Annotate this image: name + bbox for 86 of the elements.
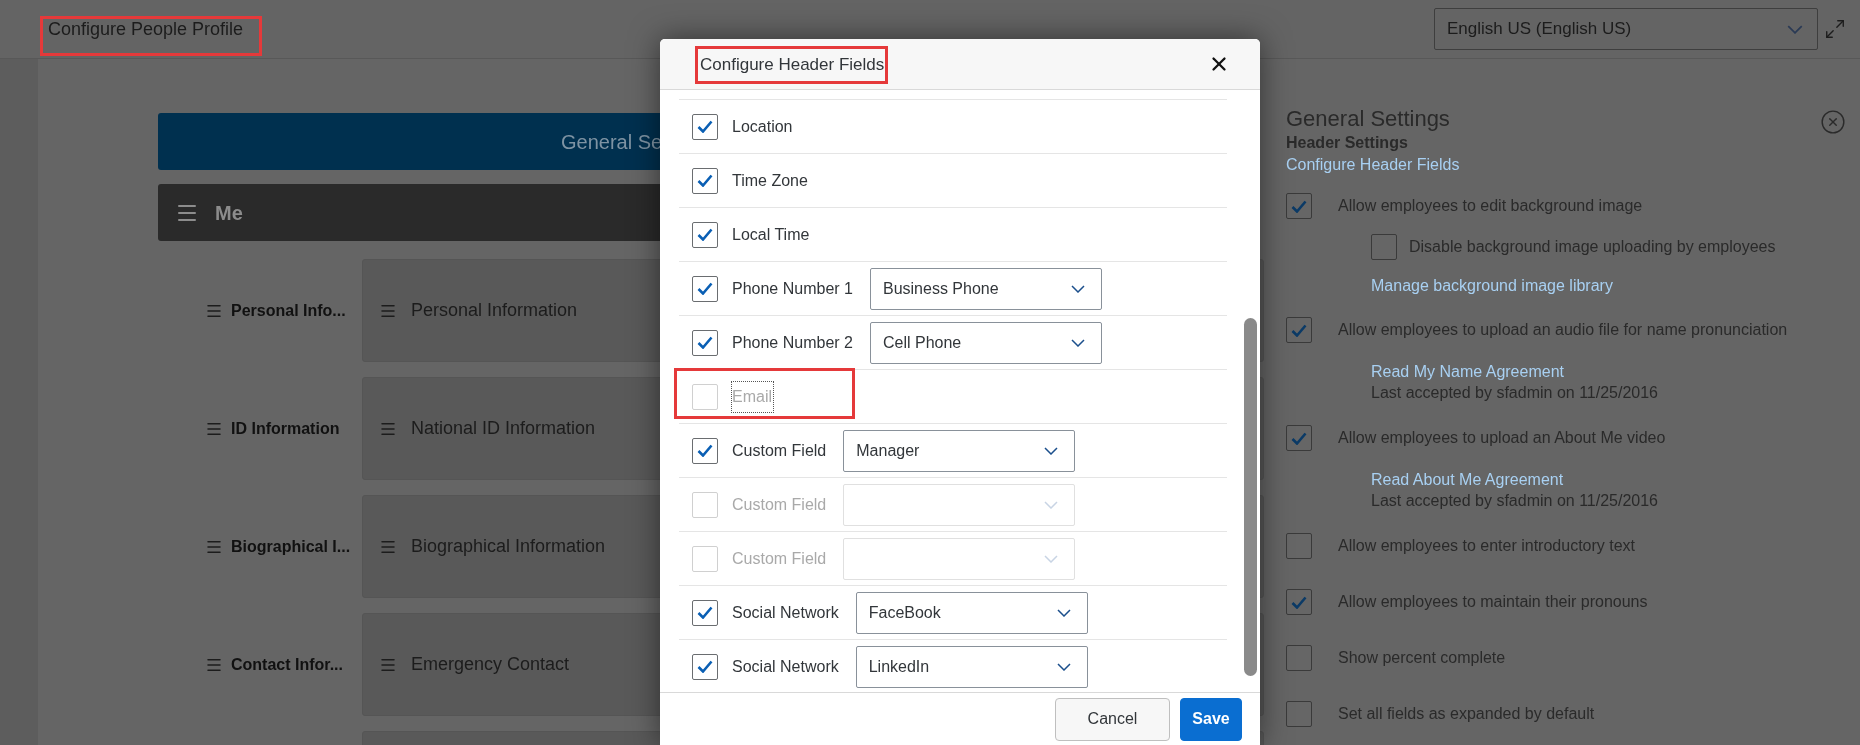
option-label: Allow employees to edit background image — [1338, 196, 1643, 216]
checkbox[interactable] — [1286, 533, 1312, 559]
chevron-icon — [1070, 284, 1085, 293]
chevron-icon — [1044, 554, 1059, 563]
check-icon — [697, 174, 713, 187]
option-label: Allow employees to maintain their pronouns — [1338, 592, 1648, 612]
check-icon — [697, 336, 713, 349]
field-label: Local Time — [731, 224, 811, 245]
dropdown[interactable]: Cell Phone — [869, 321, 1102, 364]
checkbox[interactable] — [1286, 701, 1312, 727]
option-label: Allow employees to enter introductory text — [1338, 536, 1636, 556]
field-label: Custom Field — [731, 548, 828, 569]
checkbox[interactable] — [692, 167, 718, 194]
dropdown[interactable] — [843, 483, 1076, 526]
option-label: Allow employees to upload an audio file for name pronunciation — [1338, 320, 1788, 340]
field-label: Social Network — [731, 602, 840, 623]
dropdown[interactable]: FaceBook — [855, 591, 1088, 634]
option-label: Allow employees to upload an About Me video — [1338, 428, 1666, 448]
checkbox[interactable] — [692, 329, 718, 356]
checkbox[interactable] — [1286, 645, 1312, 671]
chevron-icon — [1787, 24, 1803, 34]
checkbox[interactable] — [692, 113, 718, 140]
check-icon — [1291, 595, 1307, 609]
cancel-button[interactable]: Cancel — [1055, 697, 1170, 741]
checkbox[interactable] — [1286, 425, 1312, 451]
section-label: Contact Infor... — [231, 654, 343, 675]
note-text: Last accepted by sfadmin on 11/25/2016 — [1371, 383, 1658, 403]
field-label: Phone Number 1 — [731, 278, 854, 299]
checkbox[interactable] — [1286, 193, 1312, 219]
option-label: Set all fields as expanded by default — [1338, 704, 1595, 724]
check-icon — [697, 282, 713, 295]
check-icon — [1291, 323, 1307, 337]
field-label: Location — [731, 116, 794, 137]
note-text: Last accepted by sfadmin on 11/25/2016 — [1371, 491, 1658, 511]
checkbox[interactable] — [1286, 317, 1312, 343]
check-icon — [697, 606, 713, 619]
page-title: Configure People Profile — [48, 20, 244, 38]
section-label: Biographical I... — [231, 536, 351, 557]
check-icon — [1291, 199, 1307, 213]
link[interactable]: Read My Name Agreement — [1371, 362, 1564, 382]
field-label: Email — [731, 380, 774, 413]
expand-icon[interactable] — [1824, 18, 1846, 40]
field-label: Social Network — [731, 656, 840, 677]
section-label: ID Information — [231, 418, 340, 439]
option-label: Disable background image uploading by employees — [1409, 237, 1776, 257]
option-label: Show percent complete — [1338, 648, 1506, 668]
checkbox[interactable] — [692, 275, 718, 302]
dropdown[interactable]: Manager — [843, 429, 1076, 472]
card-title: National ID Information — [411, 417, 596, 440]
chevron-icon — [1044, 446, 1059, 455]
section-label: Personal Info... — [231, 300, 346, 321]
link[interactable]: Read About Me Agreement — [1371, 470, 1564, 490]
scrollbar[interactable] — [1244, 318, 1257, 676]
card-title: Personal Information — [411, 299, 578, 322]
card-title: Biographical Information — [411, 535, 606, 558]
card-title: Emergency Contact — [411, 653, 570, 676]
chevron-icon — [1070, 338, 1085, 347]
checkbox[interactable] — [692, 599, 718, 626]
check-icon — [697, 228, 713, 241]
banner-title: General Se — [561, 129, 663, 155]
check-icon — [697, 120, 713, 133]
check-icon — [697, 444, 713, 457]
chevron-icon — [1056, 662, 1071, 671]
panel-subtitle: Header Settings — [1286, 133, 1409, 153]
link[interactable]: Manage background image library — [1371, 276, 1613, 296]
panel-title: General Settings — [1286, 106, 1450, 132]
checkbox[interactable] — [1286, 589, 1312, 615]
dropdown[interactable]: Business Phone — [869, 267, 1102, 310]
dialog-title: Configure Header Fields — [700, 55, 885, 73]
check-icon — [1291, 431, 1307, 445]
section-title: Me — [215, 200, 243, 226]
chevron-icon — [1056, 608, 1071, 617]
field-label: Phone Number 2 — [731, 332, 854, 353]
field-label: Custom Field — [731, 440, 828, 461]
chevron-icon — [1044, 500, 1059, 509]
checkbox[interactable] — [1371, 234, 1397, 260]
field-label: Custom Field — [731, 494, 828, 515]
checkbox[interactable] — [692, 437, 718, 464]
dropdown[interactable] — [843, 537, 1076, 580]
field-label: Time Zone — [731, 170, 809, 191]
check-icon — [697, 660, 713, 673]
checkbox[interactable] — [692, 653, 718, 680]
dropdown[interactable]: LinkedIn — [855, 645, 1088, 688]
configure-link[interactable]: Configure Header Fields — [1286, 154, 1460, 176]
checkbox[interactable] — [692, 221, 718, 248]
save-button[interactable]: Save — [1180, 697, 1242, 741]
